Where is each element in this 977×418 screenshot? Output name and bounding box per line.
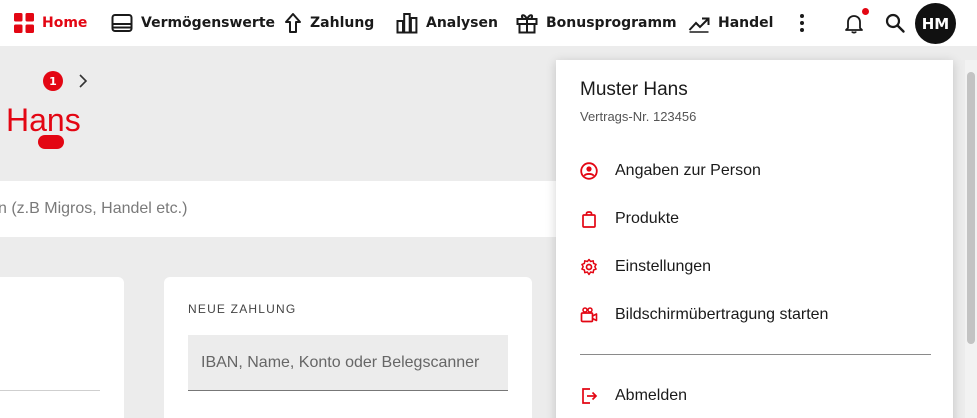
nav-home-label: Home xyxy=(42,15,88,31)
chevron-right-icon[interactable] xyxy=(76,72,90,90)
nav-trade-label: Handel xyxy=(718,15,774,31)
bell-icon[interactable] xyxy=(843,12,865,34)
nav-analysis-label: Analysen xyxy=(426,15,498,31)
logout-icon xyxy=(582,388,598,404)
more-options-icon[interactable] xyxy=(792,11,812,35)
gift-icon xyxy=(516,14,538,34)
status-badge xyxy=(38,135,64,149)
dot xyxy=(800,14,804,18)
menu-item-label: Produkte xyxy=(615,210,680,227)
nav-analysis[interactable]: Analysen xyxy=(396,0,498,46)
menu-item-screen-sharing[interactable]: Bildschirmübertragung starten xyxy=(580,302,828,328)
page-title: Hans xyxy=(6,102,81,138)
avatar[interactable]: HM xyxy=(915,3,956,44)
nav-payment[interactable]: Zahlung xyxy=(284,0,374,46)
gear-icon xyxy=(581,258,597,276)
dot xyxy=(800,21,804,25)
menu-divider xyxy=(580,354,931,355)
trend-up-icon xyxy=(688,17,710,33)
new-payment-label: NEUE ZAHLUNG xyxy=(188,302,297,316)
contract-number: Vertrags-Nr. 123456 xyxy=(580,109,697,124)
divider xyxy=(0,390,100,391)
video-camera-icon xyxy=(580,307,598,323)
shopping-bag-icon xyxy=(582,211,596,228)
nav-home[interactable]: Home xyxy=(14,0,87,46)
menu-item-label: Abmelden xyxy=(615,387,688,404)
payment-search-input[interactable] xyxy=(188,335,508,391)
scrollbar-thumb[interactable] xyxy=(967,72,975,344)
menu-item-personal-details[interactable]: Angaben zur Person xyxy=(580,158,761,184)
menu-item-logout[interactable]: Abmelden xyxy=(580,383,687,409)
menu-item-label: Einstellungen xyxy=(615,258,712,275)
nav-trade[interactable]: Handel xyxy=(688,0,773,46)
person-circle-icon xyxy=(580,162,598,180)
dot xyxy=(800,28,804,32)
menu-item-label: Angaben zur Person xyxy=(615,162,761,179)
search-placeholder: n (z.B Migros, Handel etc.) xyxy=(0,200,188,217)
user-name: Muster Hans xyxy=(580,79,688,100)
menu-item-settings[interactable]: Einstellungen xyxy=(580,254,711,280)
notification-dot xyxy=(862,8,869,15)
new-payment-card: NEUE ZAHLUNG xyxy=(164,277,532,418)
arrow-up-icon xyxy=(285,13,301,33)
nav-assets[interactable]: Vermögenswerte xyxy=(111,0,275,46)
grid-icon xyxy=(14,13,34,33)
count-badge: 1 xyxy=(43,71,63,91)
nav-assets-label: Vermögenswerte xyxy=(141,15,276,31)
menu-item-label: Bildschirmübertragung starten xyxy=(615,306,829,323)
wallet-icon xyxy=(111,14,133,32)
nav-payment-label: Zahlung xyxy=(310,15,375,31)
nav-bonus[interactable]: Bonusprogramm xyxy=(516,0,677,46)
top-navigation: Home Vermögenswerte Zahlung Analysen Bon… xyxy=(0,0,977,46)
search-bar[interactable]: n (z.B Migros, Handel etc.) xyxy=(0,181,560,237)
menu-item-products[interactable]: Produkte xyxy=(580,206,679,232)
search-icon[interactable] xyxy=(884,12,906,34)
user-menu-dropdown: Muster Hans Vertrags-Nr. 123456 Angaben … xyxy=(556,60,953,418)
nav-bonus-label: Bonusprogramm xyxy=(546,15,677,31)
bar-chart-icon xyxy=(396,13,418,34)
accounts-card xyxy=(0,277,124,418)
